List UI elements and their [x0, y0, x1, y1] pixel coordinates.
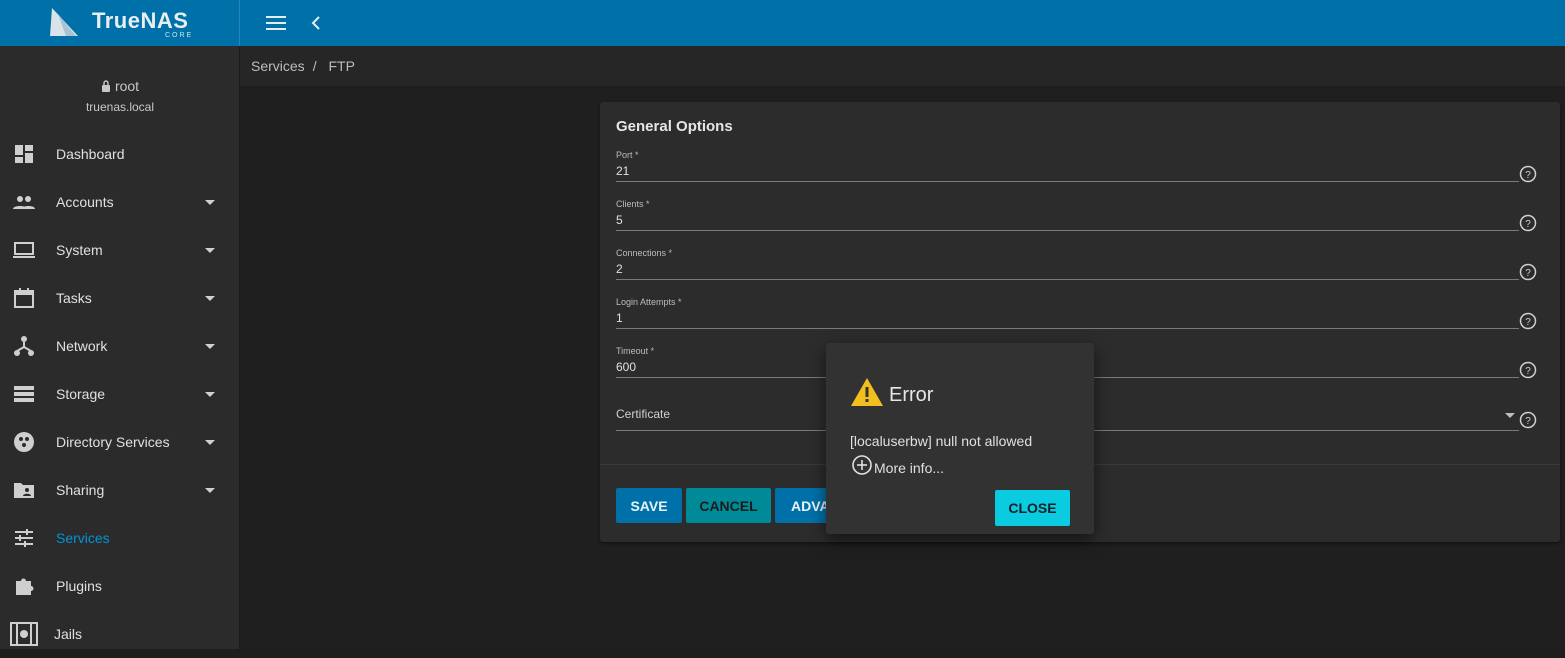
sidebar-item-label: Sharing: [56, 482, 105, 498]
more-info-label: More info...: [874, 460, 945, 476]
chevron-down-icon: [1505, 413, 1515, 418]
network-icon: [14, 336, 34, 356]
connections-input[interactable]: [616, 262, 1496, 276]
svg-text:?: ?: [1525, 268, 1531, 279]
sidebar-item-label: Dashboard: [56, 146, 125, 162]
help-icon[interactable]: ?: [1519, 411, 1537, 429]
sidebar-item-plugins[interactable]: Plugins: [0, 562, 240, 610]
sidebar-item-label: Jails: [54, 626, 83, 642]
chevron-down-icon: [205, 391, 215, 397]
sidebar-item-label: Plugins: [56, 578, 102, 594]
svg-text:?: ?: [1525, 219, 1531, 230]
field-label: Connections *: [616, 248, 673, 258]
more-info-toggle[interactable]: More info...: [850, 453, 944, 477]
sidebar: root truenas.local Dashboard Accounts Sy…: [0, 46, 240, 649]
breadcrumb-separator: /: [312, 58, 317, 74]
connections-field: Connections *: [616, 248, 1519, 284]
user-name: root: [114, 78, 140, 94]
directory-icon: [14, 432, 34, 452]
sidebar-item-system[interactable]: System: [0, 226, 240, 274]
breadcrumb-bar: Services / FTP: [240, 46, 1565, 86]
field-label: Login Attempts *: [616, 297, 682, 307]
chevron-down-icon: [205, 295, 215, 301]
breadcrumb-item: FTP: [328, 58, 355, 74]
user-host: truenas.local: [85, 100, 155, 114]
field-label: Port *: [616, 150, 639, 160]
warning-icon: [851, 378, 883, 406]
port-input[interactable]: [616, 164, 1496, 178]
sidebar-item-network[interactable]: Network: [0, 322, 240, 370]
help-icon[interactable]: ?: [1519, 263, 1537, 281]
close-button[interactable]: CLOSE: [995, 490, 1070, 526]
chevron-down-icon: [205, 439, 215, 445]
brand: TrueNAS CORE: [0, 0, 240, 46]
brand-name: TrueNAS: [92, 8, 189, 33]
field-underline: [616, 181, 1519, 182]
sidebar-item-label: Services: [56, 530, 110, 546]
chevron-left-icon[interactable]: [306, 11, 326, 35]
help-icon[interactable]: ?: [1519, 361, 1537, 379]
sidebar-item-tasks[interactable]: Tasks: [0, 274, 240, 322]
top-bar: TrueNAS CORE: [0, 0, 1565, 46]
menu-icon[interactable]: [264, 11, 288, 35]
login-attempts-input[interactable]: [616, 311, 1496, 325]
sidebar-item-label: Tasks: [56, 290, 92, 306]
sidebar-item-jails[interactable]: Jails: [0, 610, 240, 658]
field-label: Clients *: [616, 199, 650, 209]
field-underline: [616, 279, 1519, 280]
chevron-down-icon: [205, 343, 215, 349]
sidebar-item-label: Storage: [56, 386, 106, 402]
chevron-down-icon: [205, 247, 215, 253]
storage-icon: [14, 386, 34, 402]
sidebar-item-label: Network: [56, 338, 108, 354]
svg-text:?: ?: [1525, 416, 1531, 427]
sidebar-item-label: System: [56, 242, 103, 258]
folder-shared-icon: [14, 483, 34, 498]
help-icon[interactable]: ?: [1519, 214, 1537, 232]
svg-text:?: ?: [1525, 366, 1531, 377]
sidebar-item-dashboard[interactable]: Dashboard: [0, 130, 240, 178]
chevron-down-icon: [205, 487, 215, 493]
sidebar-item-label: Directory Services: [56, 434, 170, 450]
brand-edition: CORE: [165, 32, 194, 39]
save-button[interactable]: SAVE: [616, 488, 682, 523]
breadcrumb: Services / FTP: [251, 58, 363, 74]
dashboard-icon: [15, 145, 33, 163]
sidebar-item-sharing[interactable]: Sharing: [0, 466, 240, 514]
field-label: Timeout *: [616, 346, 655, 356]
calendar-icon: [14, 288, 34, 308]
sidebar-item-label: Accounts: [56, 194, 114, 210]
sidebar-item-services[interactable]: Services: [0, 514, 240, 562]
error-dialog: Error [localuserbw] null not allowed Mor…: [826, 343, 1094, 534]
sidebar-item-storage[interactable]: Storage: [0, 370, 240, 418]
port-field: Port *: [616, 150, 1519, 186]
tune-icon: [15, 529, 33, 547]
user-info: root truenas.local: [0, 78, 240, 114]
field-label: Certificate: [616, 407, 671, 421]
chevron-down-icon: [205, 199, 215, 205]
help-icon[interactable]: ?: [1519, 165, 1537, 183]
laptop-icon: [13, 242, 35, 258]
sidebar-item-directory-services[interactable]: Directory Services: [0, 418, 240, 466]
login-attempts-field: Login Attempts *: [616, 297, 1519, 333]
puzzle-icon: [16, 578, 34, 595]
svg-text:?: ?: [1525, 317, 1531, 328]
help-icon[interactable]: ?: [1519, 312, 1537, 330]
dialog-title: Error: [889, 384, 934, 406]
sidebar-item-accounts[interactable]: Accounts: [0, 178, 240, 226]
dialog-message: [localuserbw] null not allowed: [850, 433, 1033, 449]
people-icon: [13, 196, 35, 209]
cancel-button[interactable]: CANCEL: [686, 488, 771, 523]
jail-icon: [10, 622, 38, 646]
field-underline: [616, 328, 1519, 329]
truenas-logo-icon: [50, 8, 78, 36]
card-title: General Options: [616, 118, 733, 135]
clients-field: Clients *: [616, 199, 1519, 235]
breadcrumb-item[interactable]: Services: [251, 58, 305, 74]
svg-text:?: ?: [1525, 170, 1531, 181]
lock-icon: [101, 80, 110, 92]
field-underline: [616, 230, 1519, 231]
add-circle-icon: [852, 455, 872, 475]
clients-input[interactable]: [616, 213, 1496, 227]
